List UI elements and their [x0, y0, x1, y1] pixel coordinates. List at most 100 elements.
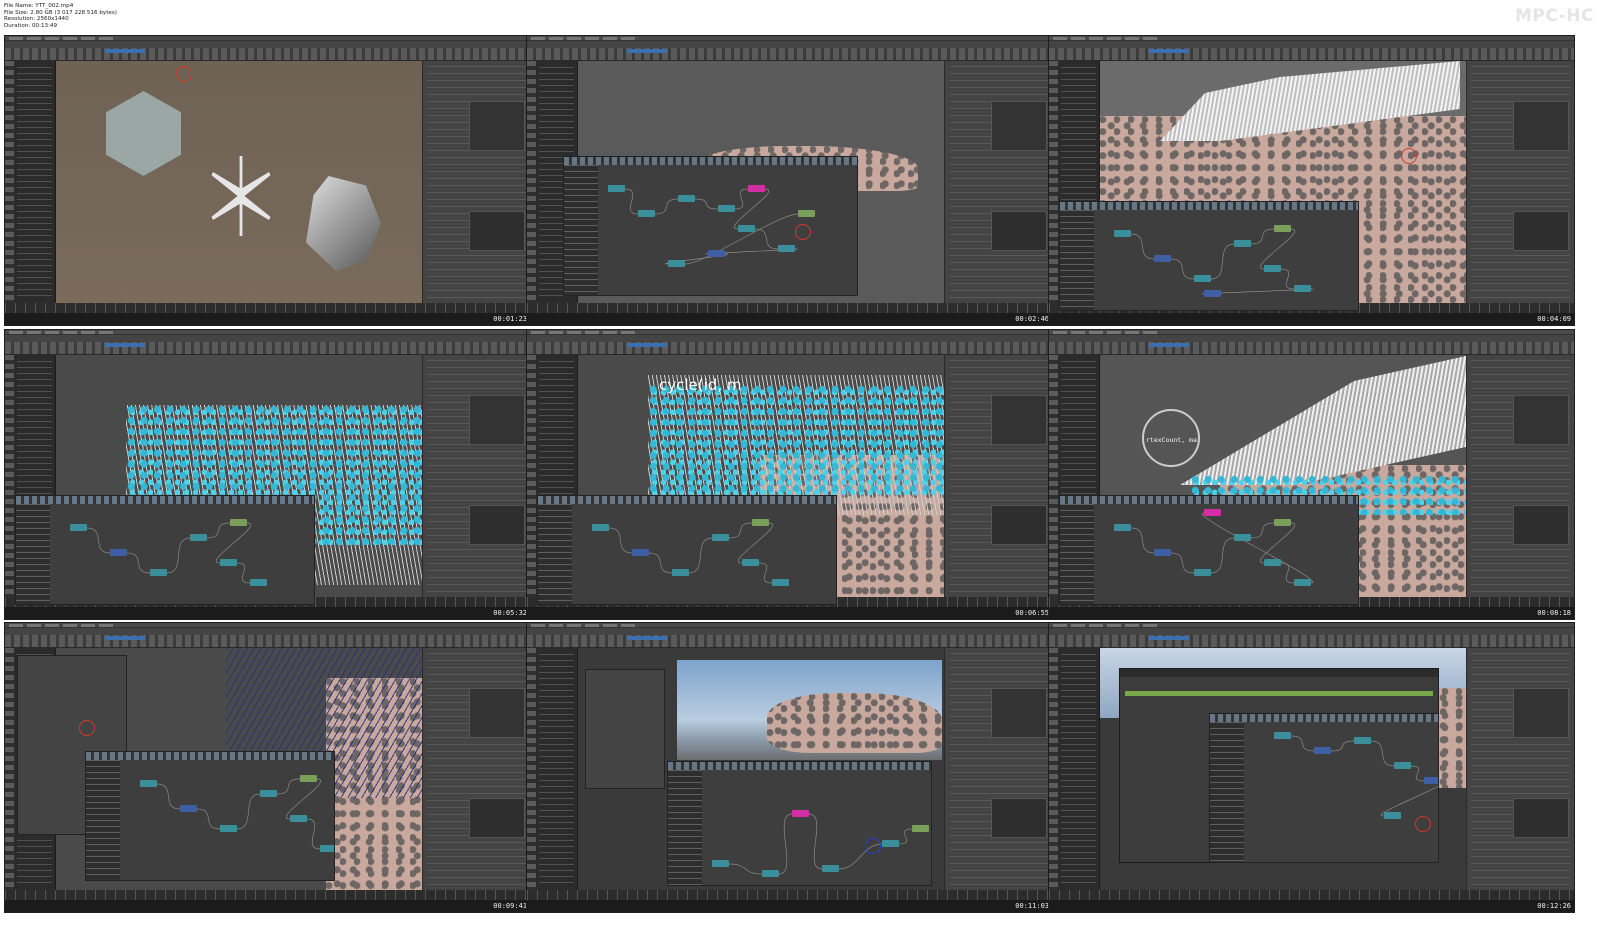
graph-node[interactable] [1114, 524, 1131, 531]
graph-node[interactable] [260, 790, 277, 797]
graph-node[interactable] [1314, 747, 1331, 754]
video-thumbnail[interactable]: 00:09:41 [4, 622, 531, 913]
graph-node[interactable] [190, 534, 207, 541]
attribute-editor[interactable] [944, 648, 1052, 890]
attribute-editor[interactable] [422, 648, 530, 890]
graph-node[interactable] [1274, 732, 1291, 739]
graph-node[interactable] [752, 519, 769, 526]
graph-node[interactable] [250, 579, 267, 586]
active-shelf-tab[interactable] [1149, 636, 1189, 640]
outliner-panel[interactable] [536, 648, 578, 890]
maya-shelf[interactable] [527, 48, 1052, 61]
video-thumbnail[interactable]: 00:11:03 [526, 622, 1053, 913]
graph-node[interactable] [882, 840, 899, 847]
maya-shelf[interactable] [1049, 48, 1574, 61]
graph-node[interactable] [230, 519, 247, 526]
maya-shelf[interactable] [1049, 635, 1574, 648]
attribute-editor[interactable] [944, 355, 1052, 597]
node-editor-outliner[interactable] [16, 504, 50, 604]
graph-node[interactable] [632, 549, 649, 556]
graph-node[interactable] [608, 185, 625, 192]
graph-node[interactable] [110, 549, 127, 556]
graph-node[interactable] [1204, 509, 1221, 516]
node-editor-outliner[interactable] [538, 504, 572, 604]
node-editor-outliner[interactable] [86, 760, 120, 880]
graph-node[interactable] [140, 780, 157, 787]
graph-node[interactable] [912, 825, 929, 832]
active-shelf-tab[interactable] [1149, 49, 1189, 53]
graph-node[interactable] [1264, 559, 1281, 566]
graph-node[interactable] [1424, 777, 1438, 784]
attribute-editor[interactable] [422, 61, 530, 303]
graph-node[interactable] [708, 250, 725, 257]
graph-node[interactable] [220, 825, 237, 832]
attribute-editor[interactable] [1466, 61, 1574, 303]
attribute-editor[interactable] [1466, 648, 1574, 890]
graph-node[interactable] [1194, 275, 1211, 282]
maya-status-line[interactable] [1049, 628, 1574, 635]
active-shelf-tab[interactable] [105, 49, 145, 53]
maya-shelf[interactable] [527, 342, 1052, 355]
time-slider[interactable] [527, 303, 1052, 313]
node-editor-outliner[interactable] [564, 165, 598, 295]
graph-node[interactable] [798, 210, 815, 217]
maya-status-line[interactable] [527, 335, 1052, 342]
node-graph-area[interactable] [598, 165, 857, 295]
graph-node[interactable] [70, 524, 87, 531]
node-editor[interactable] [15, 495, 315, 605]
graph-node[interactable] [1114, 230, 1131, 237]
maya-shelf[interactable] [5, 342, 530, 355]
maya-status-line[interactable] [5, 41, 530, 48]
node-graph-area[interactable] [1094, 504, 1358, 604]
graph-node[interactable] [712, 860, 729, 867]
time-slider[interactable] [527, 890, 1052, 900]
graph-node[interactable] [1384, 812, 1401, 819]
graph-node[interactable] [792, 810, 809, 817]
tool-box[interactable] [527, 355, 536, 597]
active-shelf-tab[interactable] [105, 343, 145, 347]
node-editor[interactable] [1059, 201, 1359, 311]
node-editor[interactable] [1209, 713, 1439, 863]
command-line[interactable] [527, 313, 1052, 325]
time-slider[interactable] [5, 890, 530, 900]
tool-box[interactable] [1049, 61, 1058, 303]
active-shelf-tab[interactable] [627, 636, 667, 640]
node-editor-outliner[interactable] [1060, 210, 1094, 310]
graph-node[interactable] [1294, 579, 1311, 586]
video-thumbnail[interactable]: 00:08:18 rtexCount, max*verte [1048, 329, 1575, 620]
command-line[interactable] [1049, 607, 1574, 619]
graph-node[interactable] [592, 524, 609, 531]
graph-node[interactable] [772, 579, 789, 586]
graph-node[interactable] [678, 195, 695, 202]
tool-box[interactable] [527, 61, 536, 303]
attribute-popup[interactable] [585, 669, 665, 789]
node-editor[interactable] [85, 751, 335, 881]
command-line[interactable] [527, 900, 1052, 912]
outliner-panel[interactable] [1058, 648, 1100, 890]
render-setup-bar[interactable] [1120, 669, 1438, 677]
graph-node[interactable] [1234, 534, 1251, 541]
node-editor-toolbar[interactable] [564, 157, 857, 165]
graph-node[interactable] [220, 559, 237, 566]
maya-status-line[interactable] [527, 41, 1052, 48]
viewport[interactable] [56, 61, 424, 303]
maya-status-line[interactable] [1049, 41, 1574, 48]
graph-node[interactable] [1194, 569, 1211, 576]
attribute-editor[interactable] [944, 61, 1052, 303]
graph-node[interactable] [718, 205, 735, 212]
command-line[interactable] [527, 607, 1052, 619]
node-editor-toolbar[interactable] [86, 752, 334, 760]
node-editor[interactable] [537, 495, 837, 605]
node-graph-area[interactable] [572, 504, 836, 604]
active-shelf-tab[interactable] [627, 343, 667, 347]
command-line[interactable] [1049, 313, 1574, 325]
command-line[interactable] [5, 607, 530, 619]
active-shelf-tab[interactable] [1149, 343, 1189, 347]
graph-node[interactable] [778, 245, 795, 252]
graph-node[interactable] [1354, 737, 1371, 744]
node-editor-outliner[interactable] [668, 770, 702, 885]
tool-box[interactable] [5, 355, 14, 597]
node-editor[interactable] [1059, 495, 1359, 605]
video-thumbnail[interactable]: 00:01:23 [4, 35, 531, 326]
video-thumbnail[interactable]: 00:06:55 cycle(id, m [526, 329, 1053, 620]
